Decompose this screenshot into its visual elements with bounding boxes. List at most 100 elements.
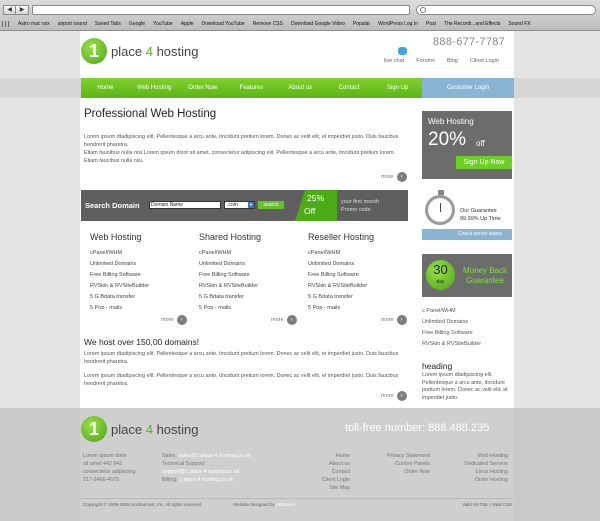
footer-logo[interactable]: 1 place 4 hosting <box>81 416 198 442</box>
days-label: day <box>436 279 445 285</box>
chat-bubble-icon <box>398 47 407 55</box>
money-back-banner[interactable]: 30 day Money Back Guarantee <box>422 254 512 297</box>
sign-up-now-button[interactable]: Sign Up Now <box>456 156 512 169</box>
bookmark-item[interactable]: The Recordi...and Effects <box>444 19 500 29</box>
section-paragraph-2: Lorem ipsum dtadipiscing elit. Pellentes… <box>84 373 399 387</box>
menu-sign-up[interactable]: Sign Up <box>373 85 422 91</box>
footer-link[interactable]: Control Panels <box>360 460 430 468</box>
client-login-link[interactable]: Client Login <box>470 46 499 64</box>
guarantee-line-1: Our Guarantee <box>460 208 497 214</box>
bookmark-item[interactable]: Popular <box>353 19 370 29</box>
bookmark-item[interactable]: Apple <box>181 19 194 29</box>
section-more-link[interactable]: more › <box>381 391 407 401</box>
forums-link[interactable]: Forums <box>416 46 435 64</box>
arrow-right-icon: › <box>286 315 297 325</box>
menu-contact[interactable]: Contact <box>325 85 374 91</box>
bookmark-item[interactable]: WordPress Log In <box>378 19 418 29</box>
support-label: Technical Support: <box>162 461 206 467</box>
footer-link[interactable]: Contact <box>300 468 350 476</box>
site-logo[interactable]: 1 place 4 hosting <box>81 38 198 64</box>
main-menu: Home Web Hosting Order Now Features Abou… <box>81 78 422 98</box>
bookmark-item[interactable]: Sound FX <box>508 19 530 29</box>
copyright: Copyright © 1999-2009 xxxbluehost, Inc. … <box>83 502 202 507</box>
menu-home[interactable]: Home <box>81 85 130 91</box>
feature-item: Free Billing Software <box>90 272 141 278</box>
designed-by-label: Website designed by <box>233 502 275 507</box>
bookmark-item[interactable]: Download YouTube <box>202 19 245 29</box>
web-hosting-more-link[interactable]: more › <box>161 315 187 325</box>
address-bar[interactable] <box>32 5 410 15</box>
sales-email-link[interactable]: sales@1 place 4 hosting.co.uk <box>178 453 250 459</box>
shared-hosting-more-link[interactable]: more › <box>271 315 297 325</box>
bookmark-item[interactable]: YouTube <box>153 19 173 29</box>
bookmark-item[interactable]: Saved Tabs <box>95 19 121 29</box>
menu-features[interactable]: Features <box>227 85 276 91</box>
footer-link[interactable]: Privacy Statement <box>360 452 430 460</box>
more-label: more <box>381 317 394 323</box>
domain-search-button[interactable]: search <box>258 201 284 209</box>
intro-paragraph: Lorem ipsum dtadipiscing elit. Pellentes… <box>84 134 399 148</box>
footer-link[interactable]: Dedicated Servers <box>438 460 508 468</box>
bookmark-item[interactable]: Remove CSS <box>253 19 283 29</box>
back-button[interactable]: ◀ <box>3 5 16 15</box>
support-email-link[interactable]: support@1 place 4 hosting.co.uk <box>162 468 250 476</box>
footer-link[interactable]: Order Now <box>360 468 430 476</box>
forward-button[interactable]: ▶ <box>16 5 29 15</box>
stopwatch-icon <box>425 190 455 225</box>
bookmark-item[interactable]: Post <box>426 19 436 29</box>
bookmark-item[interactable]: Download Google Video <box>291 19 345 29</box>
intro-more-link[interactable]: more › <box>381 172 407 182</box>
sidebar-link[interactable]: RVSkin & RVSiteBuilder <box>422 339 481 350</box>
customer-login-button[interactable]: Customer Login <box>422 78 514 98</box>
sidebar-link[interactable]: Free Billing Software <box>422 328 481 339</box>
bookmark-item[interactable]: airport sound <box>58 19 87 29</box>
footer-link[interactable]: Linux Hosting <box>438 468 508 476</box>
more-label: more <box>271 317 284 323</box>
shared-hosting-column: Shared Hosting cPanel/WHM Unlimited Doma… <box>199 232 304 314</box>
address-line: 217-2466-4675 <box>83 477 119 483</box>
bookmark-item[interactable]: Astro mac osx <box>18 19 50 29</box>
sidebar-link[interactable]: Unlimited Domains <box>422 317 481 328</box>
section-paragraph-1: Lorem ipsum dtadipiscing elit. Pellentes… <box>84 351 399 365</box>
designer-link[interactable]: Bdbraves <box>276 502 295 507</box>
billing-email-link[interactable]: 1 place 4 hosting.co.uk <box>179 477 233 483</box>
bookmark-item[interactable]: Google <box>129 19 145 29</box>
live-chat-link[interactable]: live chat <box>384 46 407 64</box>
feature-item: Free Billing Software <box>308 272 359 278</box>
validation-links[interactable]: Valid XHTML | Valid CSS <box>462 499 512 511</box>
feature-item: 5 Pop - mails <box>308 305 341 311</box>
feature-item: Unlimited Domains <box>90 261 137 267</box>
footer-link[interactable]: Home <box>300 452 350 460</box>
reseller-hosting-more-link[interactable]: more › <box>381 315 407 325</box>
footer-link[interactable]: About us <box>300 460 350 468</box>
domain-name-input[interactable]: Domain Name <box>149 201 221 209</box>
check-server-status-link[interactable]: Check server status <box>422 229 512 240</box>
logo-text: place 4 hosting <box>111 422 198 437</box>
menu-order-now[interactable]: Order Now <box>178 85 227 91</box>
top-links: live chat Forums Blog Client Login <box>384 46 499 64</box>
footer-link[interactable]: Site Map <box>300 484 350 492</box>
sidebar-link[interactable]: c Panel/WHM <box>422 306 481 317</box>
browser-search-field[interactable] <box>416 5 596 15</box>
footer-link[interactable]: Client Login <box>300 476 350 484</box>
promo-line-2: Promo code <box>341 207 371 213</box>
menu-web-hosting[interactable]: Web Hosting <box>130 85 179 91</box>
feature-item: cPanel/WHM <box>90 250 123 256</box>
menu-about-us[interactable]: About us <box>276 85 325 91</box>
search-icon <box>420 7 426 13</box>
feature-item: 5 G Bdata transfer <box>90 294 135 300</box>
logo-four: 4 <box>145 43 153 59</box>
bookmarks-grid-icon[interactable] <box>2 21 10 27</box>
arrow-right-icon: › <box>176 315 187 325</box>
address-line: sit amet 442 943 <box>83 461 123 467</box>
address-line: consectetur adipiscing <box>83 469 136 475</box>
web-hosting-column: Web Hosting cPanel/WHM Unlimited Domains… <box>90 232 195 314</box>
blog-link[interactable]: Blog <box>447 46 458 64</box>
feature-item: RVSkin & RVSiteBuilder <box>308 283 368 289</box>
footer-link[interactable]: Web Hosting <box>438 452 508 460</box>
intro-paragraph-2: Etiam fauoibus nulla nisi.Lorem ipsum do… <box>84 150 396 164</box>
browser-toolbar: ◀ ▶ Astro mac osx airport sound Saved Ta… <box>0 0 600 31</box>
tld-select[interactable]: .com ▼ <box>224 201 255 209</box>
footer-link[interactable]: Order Hosting <box>438 476 508 484</box>
arrow-right-icon: › <box>396 315 407 325</box>
